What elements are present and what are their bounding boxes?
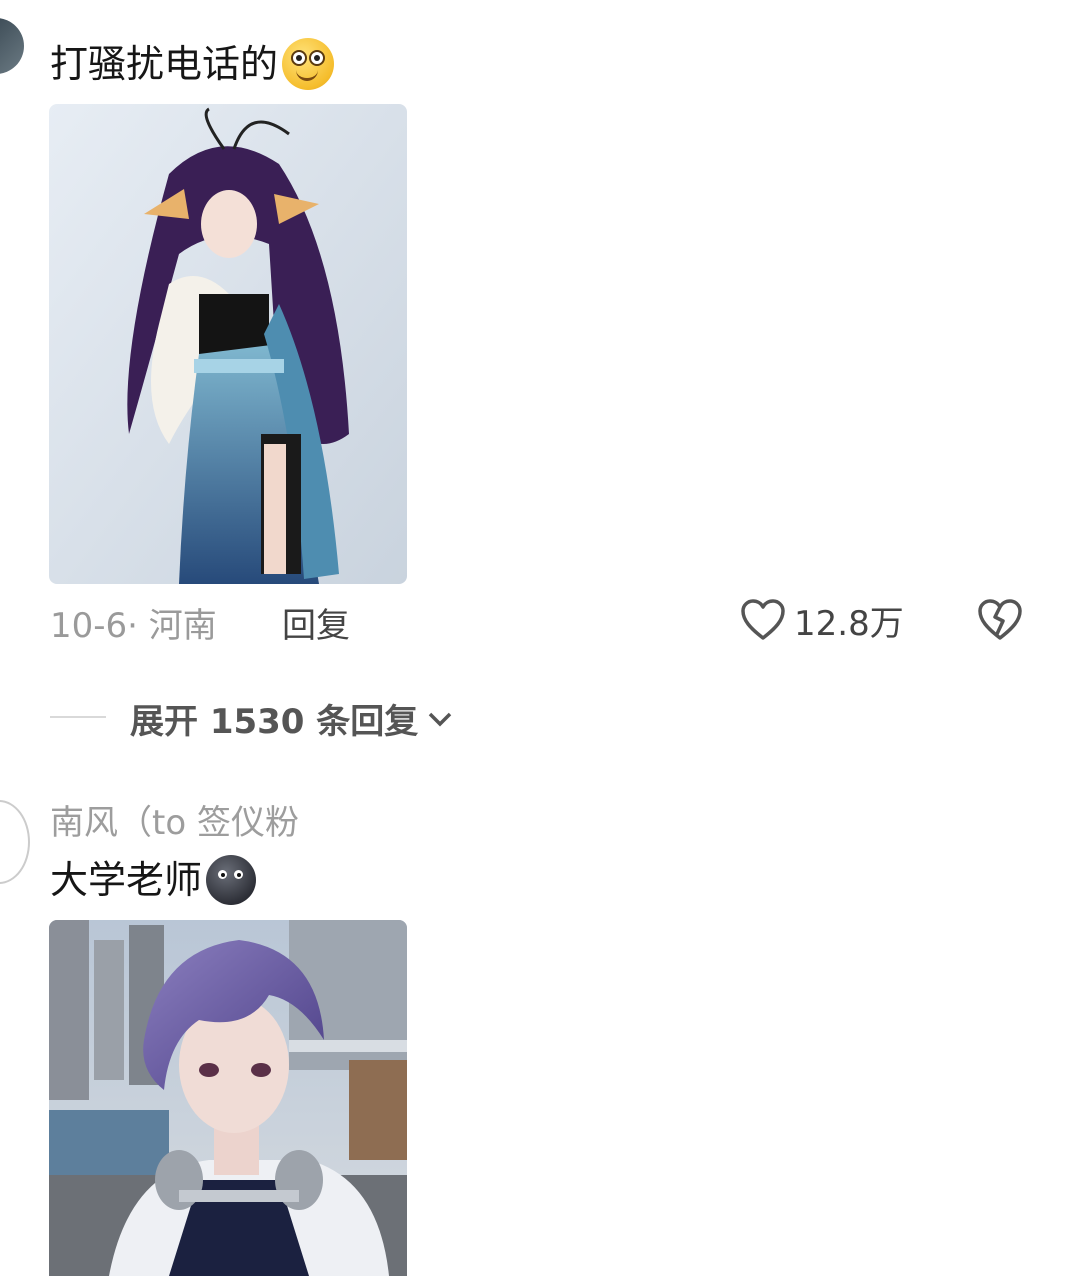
cosplay-photo <box>49 104 407 584</box>
cosplay-photo <box>49 920 407 1276</box>
avatar[interactable] <box>0 800 30 884</box>
comment-text: 大学老师 <box>50 854 257 908</box>
divider-line <box>50 716 106 718</box>
like-count: 12.8万 <box>794 603 904 644</box>
dark-face-emoji-icon <box>206 854 257 905</box>
chevron-down-icon <box>426 709 454 729</box>
heart-outline-icon <box>740 598 786 642</box>
comment-image[interactable] <box>49 920 407 1276</box>
avatar[interactable] <box>0 18 24 74</box>
comment-text-content: 打骚扰电话的 <box>50 42 279 86</box>
like-button[interactable]: 12.8万 <box>740 596 904 644</box>
comment-date-location: 10-6· 河南 <box>50 606 217 646</box>
dislike-button[interactable] <box>976 598 1024 642</box>
comment-image[interactable] <box>49 104 407 584</box>
comment-text-content: 大学老师 <box>50 858 203 902</box>
comment-username[interactable]: 南风（to 签仪粉 <box>50 795 299 844</box>
smiling-face-emoji-icon <box>282 37 335 90</box>
reply-button[interactable]: 回复 <box>282 598 350 647</box>
expand-replies-button[interactable]: 展开 1530 条回复 <box>130 694 454 743</box>
expand-replies-label: 展开 1530 条回复 <box>130 702 419 742</box>
broken-heart-icon <box>976 599 1024 646</box>
comment-text: 打骚扰电话的 <box>50 37 335 93</box>
